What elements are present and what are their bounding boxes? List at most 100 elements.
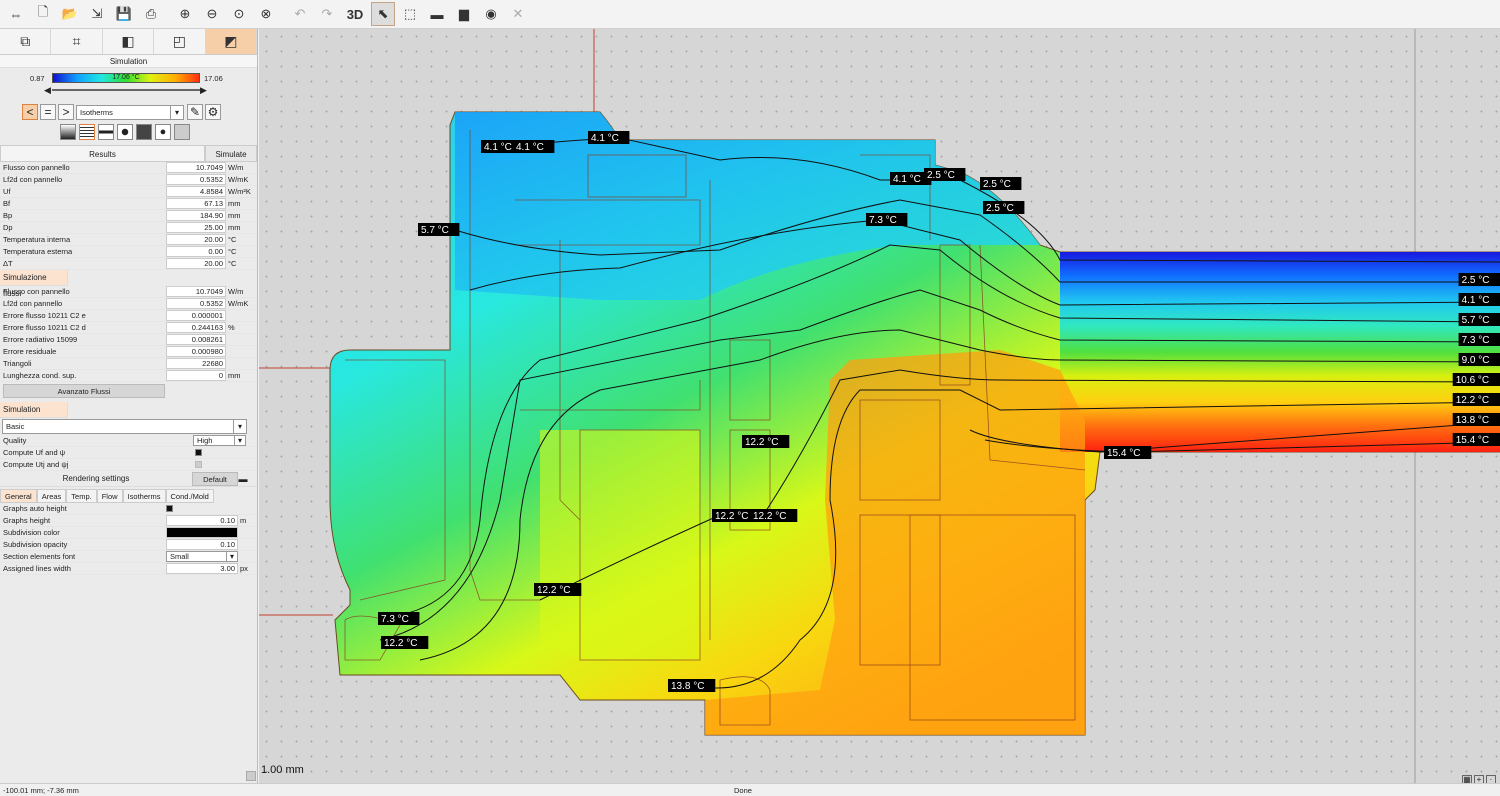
- tab-flow[interactable]: Flow: [96, 489, 123, 503]
- print-icon[interactable]: ⎙: [139, 2, 163, 26]
- property-value[interactable]: 0.008261: [166, 334, 226, 345]
- panel-scrollbar[interactable]: [246, 771, 256, 781]
- legend-max: 17.06: [204, 74, 223, 83]
- range-right-handle-icon[interactable]: ▶: [200, 85, 207, 96]
- view-3d-button[interactable]: 3D: [342, 2, 368, 26]
- zoom-reset-icon[interactable]: ⊗: [254, 2, 278, 26]
- range-left-handle-icon[interactable]: ◀: [44, 85, 51, 96]
- property-value[interactable]: 10.7049: [166, 162, 226, 173]
- style-isolines-button[interactable]: [79, 124, 95, 140]
- select-area-icon[interactable]: ⬚: [398, 2, 422, 26]
- isotherm-label: 4.1 °C: [516, 142, 544, 153]
- redo-icon[interactable]: ↷: [315, 2, 339, 26]
- isotherm-label: 7.3 °C: [381, 614, 409, 625]
- legend-range-slider[interactable]: [52, 89, 200, 91]
- new-file-icon[interactable]: 🗋: [31, 2, 55, 26]
- hide-icon[interactable]: ✕: [506, 2, 530, 26]
- property-value[interactable]: 0: [166, 370, 226, 381]
- property-row: Errore flusso 10211 C2 d 0.244163%: [0, 322, 257, 334]
- style-flow-button[interactable]: [117, 124, 133, 140]
- isotherm-label: 12.2 °C: [753, 511, 786, 522]
- open-folder-icon[interactable]: 📂: [58, 2, 82, 26]
- zoom-fit-icon[interactable]: ⊙: [227, 2, 251, 26]
- subdivision-color-swatch[interactable]: [166, 527, 238, 538]
- ruler-icon[interactable]: ▬: [425, 2, 449, 26]
- save-icon[interactable]: 💾: [112, 2, 136, 26]
- render-value[interactable]: 3.00: [166, 563, 238, 574]
- property-value[interactable]: 4.8584: [166, 186, 226, 197]
- crop-mode-icon[interactable]: ⌗: [51, 29, 103, 54]
- property-value[interactable]: 20.00: [166, 234, 226, 245]
- pointer-icon[interactable]: ⬉: [371, 2, 395, 26]
- property-value[interactable]: 0.000001: [166, 310, 226, 321]
- isotherm-label: 5.7 °C: [421, 225, 449, 236]
- font-size-select[interactable]: Small ▾: [166, 551, 238, 562]
- boundary-mode-icon[interactable]: ◰: [154, 29, 206, 54]
- property-value[interactable]: 67.13: [166, 198, 226, 209]
- render-label: Assigned lines width: [3, 564, 71, 573]
- tab-condmold[interactable]: Cond./Mold: [165, 489, 214, 503]
- tab-areas[interactable]: Areas: [36, 489, 67, 503]
- tab-results[interactable]: Results: [0, 145, 205, 162]
- tab-isotherms[interactable]: Isotherms: [122, 489, 166, 503]
- style-bands-button[interactable]: [98, 124, 114, 140]
- preset-select[interactable]: Basic ▾: [2, 419, 247, 434]
- advanced-flow-button[interactable]: Avanzato Flussi: [3, 384, 165, 398]
- display-mode-select[interactable]: Isotherms ▾: [76, 104, 184, 120]
- compute-utj-checkbox[interactable]: [195, 461, 202, 468]
- simulate-button[interactable]: Simulate: [205, 145, 257, 162]
- property-unit: mm: [228, 199, 241, 208]
- style-gray-button[interactable]: [174, 124, 190, 140]
- equal-button[interactable]: =: [40, 104, 56, 120]
- greater-button[interactable]: >: [58, 104, 74, 120]
- property-unit: W/mK: [228, 175, 249, 184]
- property-value[interactable]: 184.90: [166, 210, 226, 221]
- style-gradient-button[interactable]: [60, 124, 76, 140]
- zoom-out-icon[interactable]: ⊖: [200, 2, 224, 26]
- undo-icon[interactable]: ↶: [288, 2, 312, 26]
- eyedropper-icon[interactable]: ✎: [187, 104, 203, 120]
- quality-select[interactable]: High ▾: [193, 435, 246, 446]
- simulation-canvas[interactable]: 4.1 °C 4.1 °C 4.1 °C 4.1 °C 2.5 °C 2.5 °C 2.5 …: [259, 29, 1500, 783]
- collapse-icon[interactable]: ▬: [238, 474, 248, 484]
- point-icon[interactable]: ·: [1486, 775, 1496, 783]
- less-button[interactable]: <: [22, 104, 38, 120]
- render-value[interactable]: 0.10: [166, 539, 238, 550]
- drop-icon[interactable]: ●: [155, 124, 171, 140]
- edge-isotherm-label: 2.5 °C: [1462, 275, 1490, 286]
- geometry-mode-icon[interactable]: ⧉: [0, 29, 52, 54]
- property-value[interactable]: 0.5352: [166, 298, 226, 309]
- compute-uf-checkbox[interactable]: [195, 449, 202, 456]
- property-value[interactable]: 0.00: [166, 246, 226, 257]
- palette-settings-icon[interactable]: ⚙: [205, 104, 221, 120]
- simulation-mode-icon[interactable]: ◩: [205, 29, 258, 54]
- zoom-in-icon[interactable]: ⊕: [173, 2, 197, 26]
- grid-icon[interactable]: ▦: [1462, 775, 1472, 783]
- property-value[interactable]: 0.244163: [166, 322, 226, 333]
- tab-general[interactable]: General: [0, 489, 37, 503]
- property-value[interactable]: 0.000980: [166, 346, 226, 357]
- property-row: Lunghezza cond. sup. 0 mm: [0, 370, 257, 382]
- render-value[interactable]: 0.10: [166, 515, 238, 526]
- property-value[interactable]: 22680: [166, 358, 226, 369]
- comment-icon[interactable]: ▆: [452, 2, 476, 26]
- property-unit: °C: [228, 235, 237, 244]
- eye-icon[interactable]: ◉: [479, 2, 503, 26]
- style-solid-button[interactable]: [136, 124, 152, 140]
- property-value[interactable]: 0.5352: [166, 174, 226, 185]
- property-value[interactable]: 20.00: [166, 258, 226, 269]
- isotherm-label: 15.4 °C: [1107, 448, 1140, 459]
- default-button[interactable]: Default: [192, 471, 238, 486]
- import-icon[interactable]: ⇲: [85, 2, 109, 26]
- left-panel: ⧉ ⌗ ◧ ◰ ◩ Simulation 0.87 17.06 °C 17.06 ◀ ▶…: [0, 29, 258, 783]
- tab-temp[interactable]: Temp.: [66, 489, 97, 503]
- swap-icon[interactable]: ⇔: [4, 2, 28, 26]
- crosshair-icon[interactable]: +: [1474, 775, 1484, 783]
- color-legend: 0.87 17.06 °C 17.06 ◀ ▶: [0, 68, 257, 102]
- property-value[interactable]: 25.00: [166, 222, 226, 233]
- graphs-auto-height-checkbox[interactable]: [166, 505, 173, 512]
- property-row: Triangoli 22680: [0, 358, 257, 370]
- property-label: Errore residuale: [3, 347, 57, 356]
- materials-mode-icon[interactable]: ◧: [102, 29, 155, 54]
- property-value[interactable]: 10.7049: [166, 286, 226, 297]
